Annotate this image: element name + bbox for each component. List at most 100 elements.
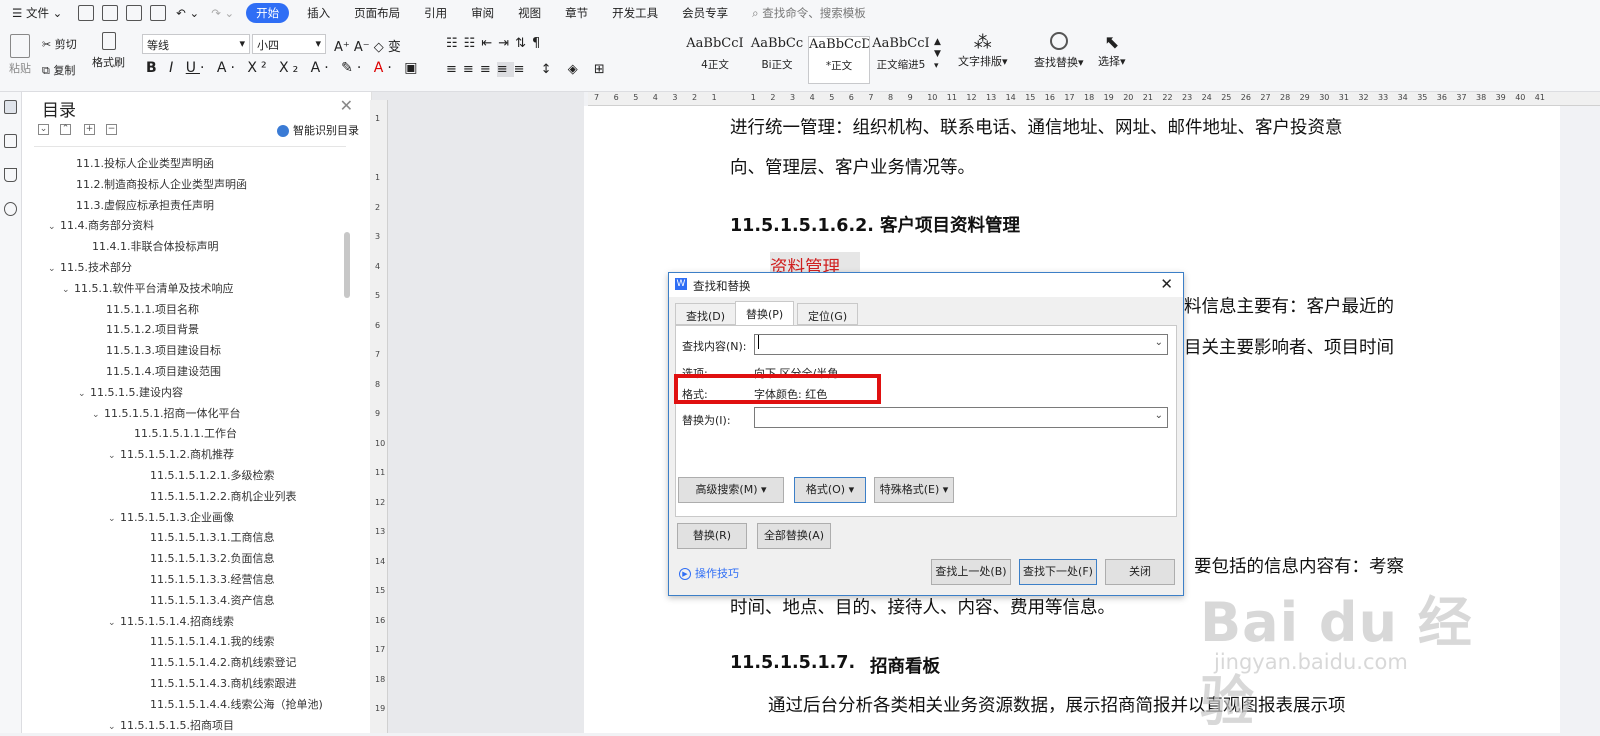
- font-name-select[interactable]: 等线 ▾: [142, 34, 250, 54]
- chevron-down-icon[interactable]: ⌄: [108, 451, 120, 461]
- chevron-down-icon[interactable]: ⌄: [1155, 410, 1163, 421]
- expand-all-icon[interactable]: ⌃: [60, 124, 71, 135]
- smart-toc-button[interactable]: 智能识别目录: [277, 122, 359, 138]
- char-border-icon[interactable]: ▣: [404, 60, 421, 76]
- toc-item[interactable]: ⌄ 11.5.1.5.1.招商一体化平台: [92, 405, 240, 421]
- bookmark-icon[interactable]: [4, 168, 17, 182]
- text-layout-button[interactable]: ⁂ 文字排版▾: [958, 32, 1008, 69]
- tab-goto[interactable]: 定位(G): [797, 303, 859, 325]
- toc-panel-icon[interactable]: [4, 100, 17, 114]
- show-marks-icon[interactable]: ¶: [532, 36, 546, 51]
- find-next-button[interactable]: 查找下一处(F): [1019, 559, 1097, 585]
- toc-item[interactable]: ⌄ 11.4.商务部分资料: [48, 217, 154, 233]
- toc-item[interactable]: 11.5.1.5.1.4.2.商机线索登记: [150, 654, 296, 670]
- replace-input[interactable]: ⌄: [754, 407, 1168, 428]
- chevron-down-icon[interactable]: ⌄: [1155, 337, 1163, 348]
- shading-icon[interactable]: ◈: [568, 62, 584, 77]
- font-grow-icon[interactable]: A⁺ A⁻ ◇ 变: [334, 36, 401, 55]
- tab-replace[interactable]: 替换(P): [735, 301, 795, 326]
- number-list-icon[interactable]: ☷: [464, 36, 482, 51]
- format-button[interactable]: 格式(O) ▾: [794, 477, 866, 503]
- justify-icon[interactable]: ≡: [496, 62, 514, 77]
- toc-item[interactable]: ⌄ 11.5.1.5.1.2.商机推荐: [108, 446, 234, 462]
- undo-icon[interactable]: ↶ ⌄: [170, 6, 205, 20]
- tab-2[interactable]: 页面布局: [342, 5, 412, 21]
- indent-icon[interactable]: ⇥: [498, 36, 515, 51]
- replace-all-button[interactable]: 全部替换(A): [757, 523, 831, 549]
- strike-icon[interactable]: A: [217, 60, 231, 76]
- align-right-icon[interactable]: ≡: [480, 62, 497, 77]
- bold-icon[interactable]: B: [146, 60, 161, 76]
- outdent-icon[interactable]: ⇤: [481, 36, 498, 51]
- save-icon[interactable]: [78, 5, 95, 21]
- paste-button[interactable]: 粘贴: [4, 32, 36, 84]
- toc-item[interactable]: ⌄ 11.5.1.5.1.5.招商项目: [108, 717, 234, 733]
- format-painter-button[interactable]: 格式刷: [92, 32, 125, 70]
- tab-find[interactable]: 查找(D): [675, 303, 737, 325]
- tab-6[interactable]: 章节: [553, 5, 600, 21]
- replace-button[interactable]: 替换(R): [677, 523, 747, 549]
- underline-icon[interactable]: U: [186, 60, 200, 76]
- file-menu[interactable]: ☰ 文件 ⌄: [0, 5, 74, 21]
- tab-5[interactable]: 视图: [506, 5, 553, 21]
- nav-pane-icon[interactable]: [4, 134, 17, 148]
- add-heading-icon[interactable]: +: [84, 124, 95, 135]
- style-preset-3[interactable]: AaBbCcI 正文缩进5: [870, 36, 932, 84]
- toc-item[interactable]: 11.5.1.2.项目背景: [106, 321, 199, 337]
- toc-item[interactable]: 11.5.1.1.项目名称: [106, 301, 199, 317]
- text-effect-icon[interactable]: A: [311, 60, 325, 76]
- highlight-icon[interactable]: ✎: [341, 60, 357, 76]
- toc-item[interactable]: 11.5.1.5.1.3.2.负面信息: [150, 550, 274, 566]
- tab-0[interactable]: 开始: [246, 3, 290, 23]
- toc-item[interactable]: 11.5.1.5.1.4.1.我的线索: [150, 633, 274, 649]
- toc-item[interactable]: 11.5.1.5.1.2.1.多级检索: [150, 467, 274, 483]
- toc-item[interactable]: ⌄ 11.5.1.5.建设内容: [78, 384, 183, 400]
- toc-item[interactable]: 11.5.1.5.1.3.3.经营信息: [150, 571, 274, 587]
- tab-8[interactable]: 会员专享: [670, 5, 740, 21]
- toc-item[interactable]: 11.5.1.5.1.4.4.线索公海（抢单池): [150, 696, 323, 712]
- export-icon[interactable]: [102, 5, 119, 21]
- chevron-down-icon[interactable]: ⌄: [48, 222, 60, 232]
- italic-icon[interactable]: I: [169, 60, 177, 76]
- tab-7[interactable]: 开发工具: [600, 5, 670, 21]
- toc-scrollbar[interactable]: [344, 232, 350, 298]
- tab-3[interactable]: 引用: [412, 5, 459, 21]
- find-prev-button[interactable]: 查找上一处(B): [931, 559, 1011, 585]
- copy-button[interactable]: ⧉ 复制: [42, 62, 75, 78]
- toc-item[interactable]: 11.1.投标人企业类型声明函: [76, 155, 214, 171]
- toc-item[interactable]: 11.2.制造商投标人企业类型声明函: [76, 176, 247, 192]
- special-format-button[interactable]: 特殊格式(E) ▾: [874, 477, 954, 503]
- close-icon[interactable]: ✕: [340, 96, 353, 115]
- distribute-icon[interactable]: ≡: [514, 62, 531, 77]
- toc-item[interactable]: 11.5.1.5.1.3.1.工商信息: [150, 529, 274, 545]
- collapse-all-icon[interactable]: ⌄: [38, 124, 49, 135]
- line-spacing-icon[interactable]: ↕: [541, 62, 558, 77]
- bullet-list-icon[interactable]: ☷: [446, 36, 464, 51]
- toc-item[interactable]: 11.4.1.非联合体投标声明: [92, 238, 218, 254]
- tab-1[interactable]: 插入: [295, 5, 342, 21]
- tips-link[interactable]: ▶ 操作技巧: [679, 565, 739, 581]
- toc-item[interactable]: 11.5.1.5.1.2.2.商机企业列表: [150, 488, 296, 504]
- preview-icon[interactable]: [150, 5, 167, 21]
- style-preset-2[interactable]: AaBbCcDc *正文: [808, 36, 870, 84]
- chevron-down-icon[interactable]: ⌄: [78, 389, 90, 399]
- style-preset-0[interactable]: AaBbCcI 4正文: [684, 36, 746, 84]
- border-icon[interactable]: ⊞: [594, 62, 611, 77]
- select-button[interactable]: ⬉ 选择▾: [1098, 32, 1126, 69]
- tab-4[interactable]: 审阅: [459, 5, 506, 21]
- styles-scroll[interactable]: ▲ ▼ ▾: [934, 36, 941, 72]
- toc-item[interactable]: 11.5.1.5.1.4.3.商机线索跟进: [150, 675, 296, 691]
- toc-item[interactable]: 11.5.1.3.项目建设目标: [106, 342, 221, 358]
- toc-item[interactable]: ⌄ 11.5.1.5.1.3.企业画像: [108, 509, 234, 525]
- redo-icon[interactable]: ↷ ⌄: [205, 6, 240, 20]
- command-search[interactable]: ⌕ 查找命令、搜索模板: [740, 5, 878, 21]
- sort-icon[interactable]: ⇅: [515, 36, 532, 51]
- toc-item[interactable]: ⌄ 11.5.技术部分: [48, 259, 132, 275]
- toc-item[interactable]: ⌄ 11.5.1.软件平台清单及技术响应: [62, 280, 233, 296]
- align-center-icon[interactable]: ≡: [463, 62, 480, 77]
- align-left-icon[interactable]: ≡: [446, 62, 463, 77]
- dialog-titlebar[interactable]: W 查找和替换 ✕: [669, 273, 1183, 297]
- chevron-down-icon[interactable]: ⌄: [62, 285, 74, 295]
- chevron-down-icon[interactable]: ⌄: [108, 618, 120, 628]
- print-icon[interactable]: [126, 5, 143, 21]
